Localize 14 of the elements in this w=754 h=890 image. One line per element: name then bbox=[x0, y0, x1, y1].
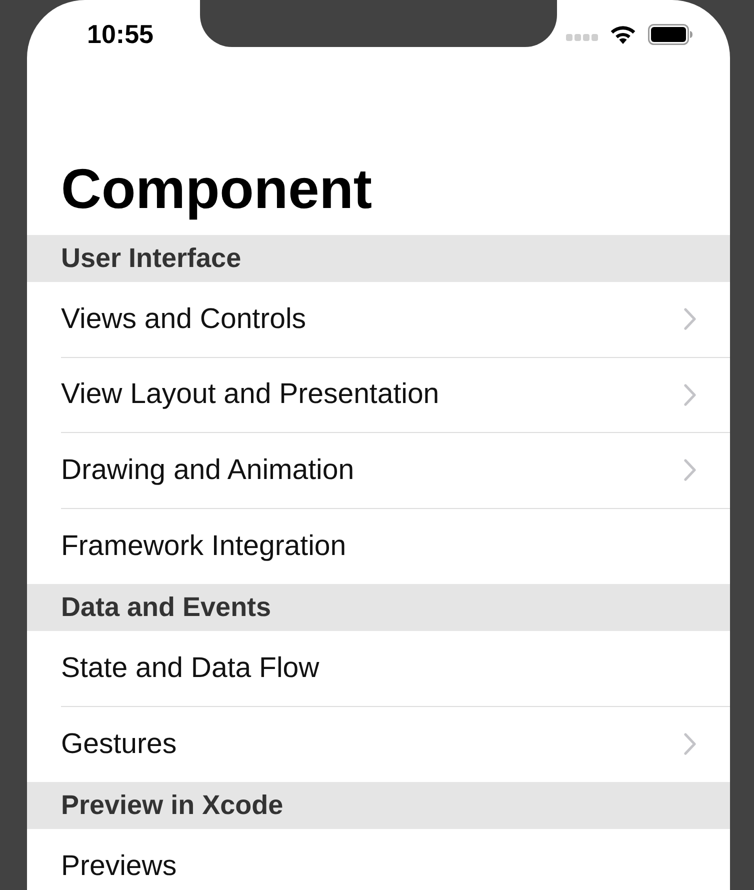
wifi-icon bbox=[610, 24, 636, 44]
section-header: User Interface bbox=[27, 235, 730, 282]
cellular-signal-icon bbox=[566, 34, 598, 40]
section-header: Data and Events bbox=[27, 584, 730, 631]
list-row[interactable]: Gestures bbox=[61, 706, 730, 782]
status-time: 10:55 bbox=[87, 18, 154, 50]
list-row[interactable]: Previews bbox=[61, 829, 730, 890]
list-row[interactable]: Framework Integration bbox=[61, 508, 730, 584]
list-row[interactable]: State and Data Flow bbox=[61, 631, 730, 706]
list-row[interactable]: View Layout and Presentation bbox=[61, 358, 730, 433]
list-row[interactable]: Views and Controls bbox=[61, 282, 730, 358]
battery-icon bbox=[648, 24, 693, 44]
section-header: Preview in Xcode bbox=[27, 782, 730, 829]
list-row[interactable]: Drawing and Animation bbox=[61, 433, 730, 508]
